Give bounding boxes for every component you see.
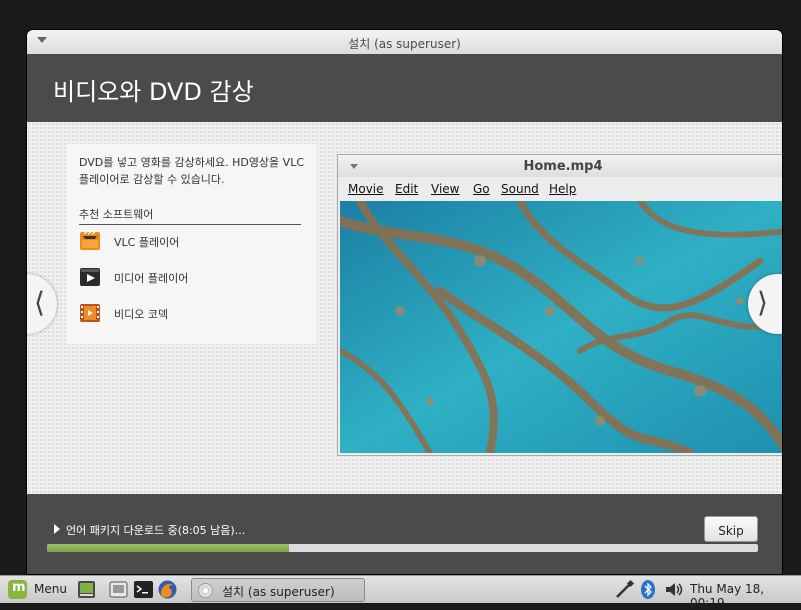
recommended-software-title: 추천 소프트웨어 xyxy=(79,206,301,225)
terminal-icon[interactable] xyxy=(133,579,154,600)
chevron-left-icon: ⟨ xyxy=(34,286,45,319)
slide-content: DVD를 넣고 영화를 감상하세요. HD영상을 VLC 플레이어로 감상할 수… xyxy=(27,122,782,494)
start-menu-button[interactable]: m Menu xyxy=(4,579,68,600)
app-item-vlc: VLC 플레이어 xyxy=(79,230,299,254)
player-menu-movie: Movie xyxy=(348,182,384,196)
bluetooth-icon[interactable] xyxy=(640,579,656,600)
player-title: Home.mp4 xyxy=(523,159,603,174)
app-label-video-codec: 비디오 코덱 xyxy=(114,308,169,321)
window-title: 설치 (as superuser) xyxy=(348,37,461,51)
start-menu-label: Menu xyxy=(34,582,67,596)
info-panel: DVD를 넣고 영화를 감상하세요. HD영상을 VLC 플레이어로 감상할 수… xyxy=(67,144,317,344)
taskbar-window-installer[interactable]: 설치 (as superuser) xyxy=(191,578,365,602)
player-menu-sound: Sound xyxy=(501,182,539,196)
player-titlebar: Home.mp4 xyxy=(338,155,782,177)
install-progress-bar xyxy=(47,544,758,552)
file-manager-icon[interactable] xyxy=(108,579,129,600)
film-codec-icon xyxy=(80,304,100,322)
player-menu-go: Go xyxy=(473,182,490,196)
cd-icon xyxy=(198,583,213,598)
app-label-vlc: VLC 플레이어 xyxy=(114,236,180,249)
chevron-right-icon: ⟩ xyxy=(757,286,768,319)
description-text: DVD를 넣고 영화를 감상하세요. HD영상을 VLC 플레이어로 감상할 수… xyxy=(79,156,305,186)
installer-window: 설치 (as superuser) 비디오와 DVD 감상 DVD를 넣고 영화… xyxy=(27,30,782,574)
taskbar-window-label: 설치 (as superuser) xyxy=(222,585,335,599)
firefox-icon[interactable] xyxy=(157,579,178,600)
titlebar: 설치 (as superuser) xyxy=(27,30,782,55)
previous-slide-button[interactable]: ⟨ xyxy=(27,274,57,334)
reef-video-frame xyxy=(340,201,782,453)
player-menu-edit: Edit xyxy=(395,182,419,196)
show-desktop-icon[interactable] xyxy=(76,579,97,600)
app-item-media-player: 미디어 플레이어 xyxy=(79,266,299,290)
install-footer: 언어 패키지 다운로드 중(8:05 남음)... Skip xyxy=(27,494,782,574)
page-title: 비디오와 DVD 감상 xyxy=(53,78,254,106)
app-label-media-player: 미디어 플레이어 xyxy=(114,272,189,285)
player-menu-help: Help xyxy=(549,182,577,196)
app-item-video-codec: 비디오 코덱 xyxy=(79,302,299,326)
vlc-cone-icon xyxy=(80,231,100,250)
media-player-icon xyxy=(80,268,100,286)
install-status-text: 언어 패키지 다운로드 중(8:05 남음)... xyxy=(66,524,246,537)
mint-logo-icon: m xyxy=(8,580,27,599)
progress-fill xyxy=(47,544,289,552)
expand-details-icon[interactable] xyxy=(54,524,60,534)
player-menubar: Movie Edit View Go Sound Help xyxy=(338,177,782,201)
media-player-preview: Home.mp4 Movie Edit View Go Sound Help xyxy=(337,154,782,456)
player-menu-view: View xyxy=(431,182,460,196)
volume-icon[interactable] xyxy=(664,579,686,600)
skip-button[interactable]: Skip xyxy=(704,516,758,542)
network-cable-icon[interactable] xyxy=(614,579,636,600)
taskbar: m Menu 설치 (as superuser) Thu May 18, 00:… xyxy=(0,575,801,610)
clock[interactable]: Thu May 18, 00:19 xyxy=(690,582,801,610)
page-header: 비디오와 DVD 감상 xyxy=(27,54,782,122)
